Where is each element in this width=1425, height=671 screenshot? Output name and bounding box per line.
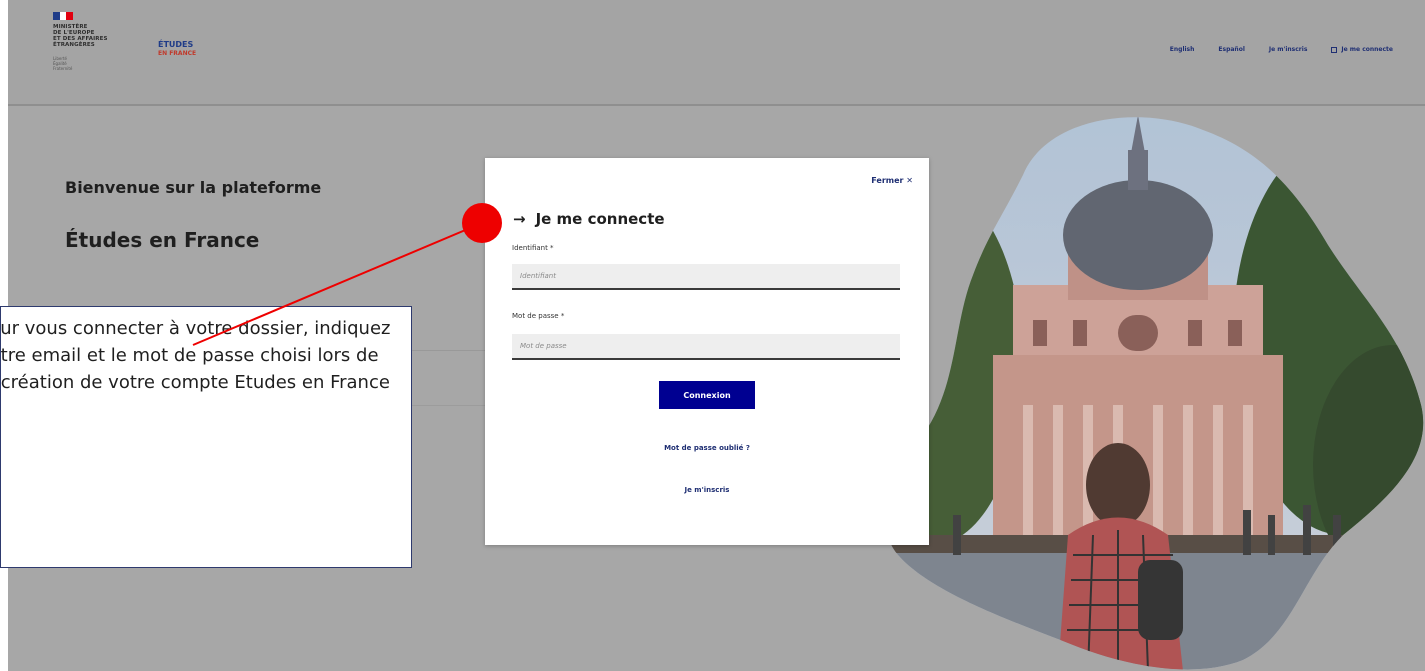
annotation-marker — [462, 203, 502, 243]
password-label: Mot de passe * — [512, 312, 565, 320]
identifier-input[interactable] — [512, 264, 900, 290]
site-header: MINISTÈRE DE L'EUROPE ET DES AFFAIRES ÉT… — [8, 0, 1425, 106]
sorbonne-photo — [885, 117, 1424, 670]
header-nav: English Español Je m'inscris Je me conne… — [1170, 46, 1393, 53]
etudes-en-france-logo[interactable]: ÉTUDES EN FRANCE — [158, 40, 196, 58]
nav-espanol-link[interactable]: Español — [1218, 46, 1244, 53]
close-modal-button[interactable]: Fermer ✕ — [871, 176, 913, 185]
forgot-password-link[interactable]: Mot de passe oublié ? — [485, 444, 929, 452]
signup-link[interactable]: Je m'inscris — [485, 486, 929, 494]
platform-title: Études en France — [65, 228, 260, 252]
login-button[interactable]: Connexion — [659, 381, 755, 409]
republic-motto: Liberté Égalité Fraternité — [53, 56, 73, 71]
login-modal: Fermer ✕ → Je me connecte Identifiant * … — [485, 158, 929, 545]
nav-signup-link[interactable]: Je m'inscris — [1269, 46, 1308, 53]
ministry-name: MINISTÈRE DE L'EUROPE ET DES AFFAIRES ÉT… — [53, 24, 108, 48]
arrow-right-icon: → — [513, 210, 526, 228]
account-icon — [1331, 46, 1338, 53]
nav-login-link[interactable]: Je me connecte — [1331, 46, 1393, 53]
annotation-callout: Pour vous connecter à votre dossier, ind… — [0, 306, 412, 568]
modal-title: → Je me connecte — [513, 210, 665, 228]
annotation-text: Pour vous connecter à votre dossier, ind… — [0, 318, 391, 393]
ministry-logo[interactable]: MINISTÈRE DE L'EUROPE ET DES AFFAIRES ÉT… — [53, 12, 143, 90]
nav-english-link[interactable]: English — [1170, 46, 1195, 53]
identifier-label: Identifiant * — [512, 244, 554, 252]
password-input[interactable] — [512, 334, 900, 360]
welcome-heading: Bienvenue sur la plateforme — [65, 178, 322, 197]
flag-icon — [53, 12, 74, 20]
